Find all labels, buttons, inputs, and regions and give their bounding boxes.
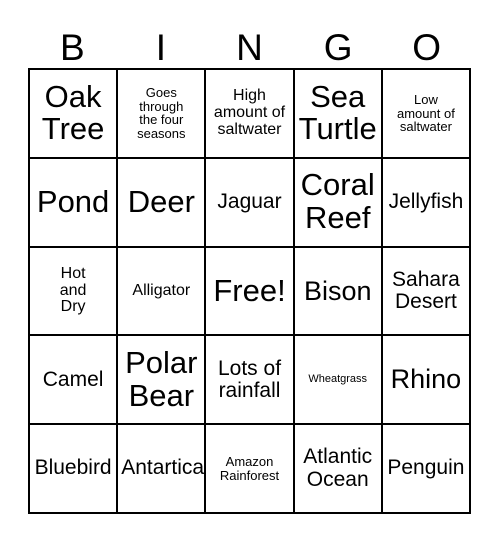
bingo-row: Bluebird Antartica Amazon Rainforest Atlant… [30, 425, 472, 514]
bingo-cell[interactable]: Atlantic Ocean [294, 425, 383, 514]
bingo-row: Pond Deer Jaguar Coral Reef Jellyfish [30, 158, 472, 248]
bingo-cell-label: High amount of saltwater [213, 86, 286, 138]
bingo-cell-label: Polar Bear [125, 344, 198, 413]
bingo-header-letter-o: O [412, 26, 442, 68]
bingo-cell-label: Oak Tree [41, 78, 105, 147]
bingo-cell[interactable]: Sea Turtle [294, 70, 383, 159]
bingo-cell[interactable]: Pond [30, 158, 119, 248]
bingo-cell-label: Sea Turtle [298, 78, 377, 147]
bingo-cell-label: Pond [36, 183, 110, 219]
bingo-cell-label: Free! [213, 272, 286, 308]
bingo-cell[interactable]: Sahara Desert [382, 247, 472, 337]
bingo-cell-label: Jellyfish [388, 190, 464, 214]
bingo-cell-label: Deer [127, 183, 195, 219]
bingo-cell-label: Penguin [387, 456, 465, 480]
bingo-cell-label: Antartica [121, 456, 205, 480]
bingo-cell[interactable]: Bluebird [30, 425, 119, 514]
bingo-free-space-cell[interactable]: Free! [206, 247, 295, 337]
bingo-cell[interactable]: Lots of rainfall [206, 336, 295, 426]
bingo-cell[interactable]: Oak Tree [30, 70, 119, 159]
bingo-cell[interactable]: Alligator [118, 247, 207, 337]
bingo-cell[interactable]: Bison [294, 247, 383, 337]
bingo-cell-label: Wheatgrass [308, 372, 368, 385]
bingo-cell[interactable]: Jellyfish [382, 158, 472, 248]
bingo-cell[interactable]: Goes through the four seasons [118, 70, 207, 159]
bingo-cell-label: Lots of rainfall [217, 356, 282, 402]
bingo-cell[interactable]: Coral Reef [294, 158, 383, 248]
bingo-cell-label: Atlantic Ocean [303, 445, 373, 491]
bingo-cell[interactable]: Low amount of saltwater [382, 70, 472, 159]
bingo-cell-label: Bison [303, 275, 372, 306]
bingo-cell[interactable]: Polar Bear [118, 336, 207, 426]
bingo-header-letter-g: G [323, 26, 353, 68]
bingo-cell-label: Rhino [390, 364, 462, 395]
bingo-header-letter-b: B [59, 26, 85, 68]
bingo-cell-label: Sahara Desert [392, 267, 460, 313]
bingo-cell-label: Jaguar [217, 190, 282, 214]
bingo-cell[interactable]: Jaguar [206, 158, 295, 248]
bingo-row: Camel Polar Bear Lots of rainfall Wheatgras… [30, 336, 472, 426]
bingo-cell[interactable]: Rhino [382, 336, 472, 426]
bingo-row: Oak Tree Goes through the four seasons Hig… [30, 70, 472, 159]
bingo-cell[interactable]: Amazon Rainforest [206, 425, 295, 514]
bingo-cell[interactable]: Wheatgrass [294, 336, 383, 426]
bingo-header-row: BINGO [28, 26, 471, 68]
bingo-header-letter-i: I [155, 26, 167, 68]
bingo-cell-label: Amazon Rainforest [219, 453, 280, 483]
bingo-cell[interactable]: Deer [118, 158, 207, 248]
bingo-cell-label: Coral Reef [300, 167, 375, 236]
bingo-cell[interactable]: Penguin [382, 425, 472, 514]
bingo-row: Hot and Dry Alligator Free! Bison Sahara Des… [30, 247, 472, 337]
bingo-cell[interactable]: High amount of saltwater [206, 70, 295, 159]
bingo-header-letter-n: N [236, 26, 263, 68]
bingo-cell[interactable]: Antartica [118, 425, 207, 514]
bingo-cell-label: Camel [42, 367, 104, 391]
bingo-grid: Oak Tree Goes through the four seasons Hig… [28, 68, 472, 514]
bingo-card: B I N G O Oak Tree Goes through the four seas… [0, 0, 500, 544]
bingo-cell[interactable]: Hot and Dry [30, 247, 119, 337]
bingo-cell[interactable]: Camel [30, 336, 119, 426]
bingo-cell-label: Goes through the four seasons [137, 84, 186, 142]
bingo-cell-label: Hot and Dry [59, 264, 87, 316]
bingo-cell-label: Bluebird [34, 456, 112, 480]
bingo-cell-label: Low amount of saltwater [397, 91, 455, 135]
bingo-cell-label: Alligator [132, 281, 191, 299]
